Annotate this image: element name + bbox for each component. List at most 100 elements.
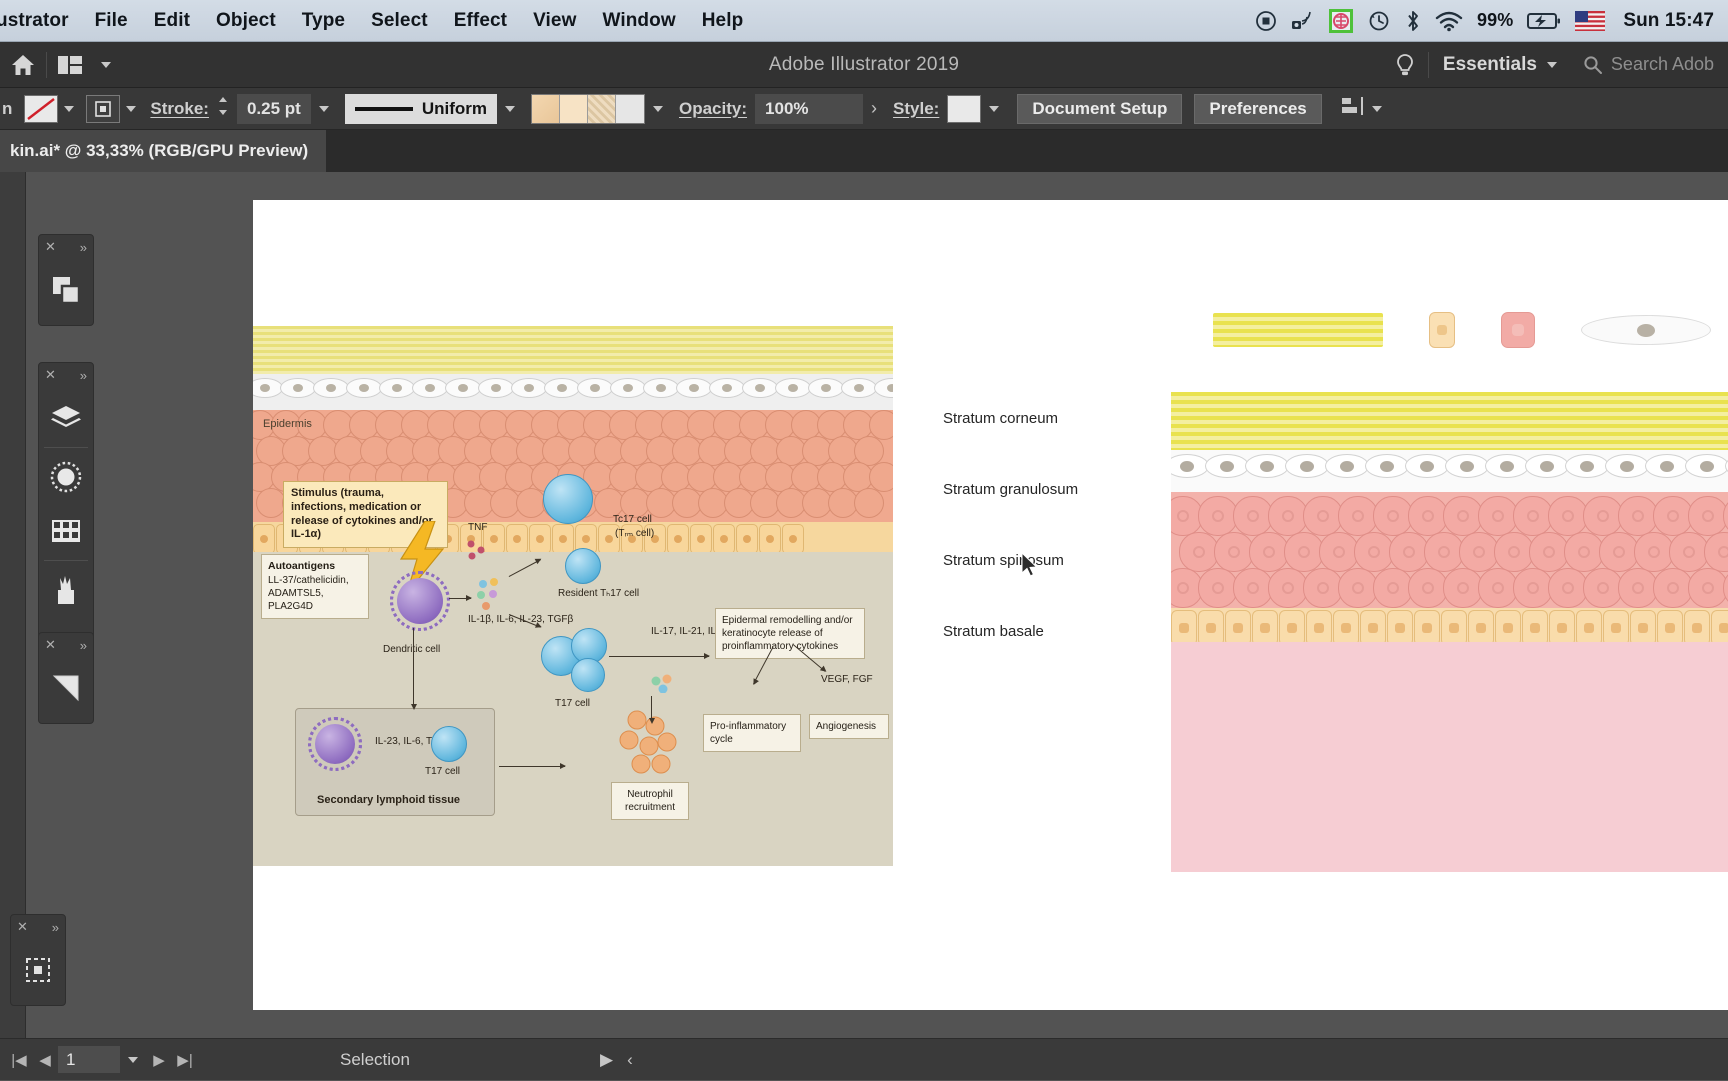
lightbulb-icon[interactable] <box>1382 42 1428 88</box>
color-wheel-icon[interactable] <box>38 450 94 504</box>
play-icon[interactable]: ▶ <box>600 1050 613 1070</box>
prev-artboard-icon[interactable]: ◀ <box>32 1039 58 1081</box>
menu-item-edit[interactable]: Edit <box>141 0 203 42</box>
granulosum-cell-swatch <box>1581 315 1711 345</box>
dendritic-cell-label: Dendritic cell <box>383 644 441 655</box>
autoantigens-box[interactable]: Autoantigens LL-37/cathelicidin, ADAMTSL… <box>261 554 369 619</box>
corneum-layer <box>1171 392 1728 454</box>
brush-definition-field[interactable] <box>531 93 645 124</box>
battery-percent: 99% <box>1477 10 1514 30</box>
opacity-more-icon[interactable]: › <box>871 98 877 119</box>
next-artboard-icon[interactable]: ▶ <box>146 1039 172 1081</box>
stroke-weight-field[interactable]: 0.25 pt <box>236 93 311 124</box>
preferences-button[interactable]: Preferences <box>1194 93 1322 124</box>
spinosum-cells-3 <box>1171 568 1728 608</box>
epidermis-layers-diagram[interactable]: Stratum corneum Stratum granulosum Strat… <box>943 300 1728 880</box>
gradient-icon[interactable] <box>38 661 94 715</box>
document-setup-button[interactable]: Document Setup <box>1017 93 1183 124</box>
document-tab[interactable]: kin.ai* @ 33,33% (RGB/GPU Preview) <box>0 130 327 172</box>
menu-item-file[interactable]: File <box>82 0 141 42</box>
style-swatch[interactable] <box>947 94 982 123</box>
double-chevron-icon[interactable]: » <box>80 240 87 255</box>
menu-item-effect[interactable]: Effect <box>441 0 520 42</box>
menu-item-window[interactable]: Window <box>589 0 688 42</box>
label-stratum-granulosum: Stratum granulosum <box>943 481 1079 498</box>
style-label: Style: <box>893 98 940 118</box>
layer-swatch-thumbnails <box>1213 312 1711 348</box>
neutrophil-box[interactable]: Neutrophil recruitment <box>611 782 689 820</box>
menu-item-select[interactable]: Select <box>358 0 441 42</box>
stroke-profile-caret-icon[interactable] <box>505 105 515 112</box>
search-input[interactable]: Search Adob <box>1571 42 1724 88</box>
granulosum-cell-row <box>253 378 893 398</box>
arrow-dc-to-cytokines <box>449 593 472 603</box>
arrange-documents-icon[interactable] <box>47 42 93 88</box>
brushes-icon[interactable] <box>38 563 94 617</box>
pathogenesis-diagram[interactable]: Epidermis Stimulus (trauma, infections, … <box>253 326 893 866</box>
wifi-icon[interactable] <box>1435 0 1463 42</box>
battery-charging-icon[interactable] <box>1527 0 1561 42</box>
double-chevron-icon[interactable]: » <box>80 368 87 383</box>
layers-icon[interactable] <box>38 391 94 445</box>
opacity-field[interactable]: 100% <box>755 93 864 124</box>
menu-item-view[interactable]: View <box>520 0 589 42</box>
close-icon[interactable]: ✕ <box>45 239 56 255</box>
stroke-weight-caret-icon[interactable] <box>318 105 329 112</box>
lymphoid-tissue-label: Secondary lymphoid tissue <box>317 794 461 806</box>
home-icon[interactable] <box>0 42 46 88</box>
angiogenesis-box[interactable]: Angiogenesis <box>809 714 889 739</box>
menu-item-object[interactable]: Object <box>203 0 289 42</box>
dock-header-4: ✕ » <box>11 915 65 939</box>
spinosum-cells-1 <box>1171 496 1728 536</box>
document-canvas[interactable]: Epidermis Stimulus (trauma, infections, … <box>253 200 1728 1010</box>
stroke-profile-field[interactable]: Uniform <box>344 93 497 124</box>
stroke-swatch[interactable] <box>86 94 121 123</box>
bluetooth-icon[interactable] <box>1405 0 1421 42</box>
artboard-caret-icon[interactable] <box>120 1039 146 1081</box>
screencast-icon[interactable] <box>1291 0 1315 42</box>
style-caret-icon[interactable] <box>989 105 1000 112</box>
app-green-icon[interactable] <box>1329 0 1353 42</box>
us-flag-icon[interactable] <box>1575 0 1606 42</box>
menu-item-type[interactable]: Type <box>289 0 358 42</box>
dermis-layer <box>1171 642 1728 872</box>
dendritic-cell-shape <box>390 571 450 631</box>
artboards-icon[interactable] <box>10 943 66 997</box>
double-chevron-icon[interactable]: » <box>52 920 59 935</box>
close-icon[interactable]: ✕ <box>45 367 56 383</box>
align-caret-icon[interactable] <box>1371 105 1382 112</box>
workspace-switcher[interactable]: Essentials <box>1429 42 1571 88</box>
fill-swatch[interactable] <box>24 94 59 123</box>
double-chevron-icon[interactable]: » <box>80 638 87 653</box>
align-icon[interactable] <box>1340 95 1366 122</box>
stroke-stepper-icon[interactable] <box>217 94 229 123</box>
menu-item-help[interactable]: Help <box>689 0 757 42</box>
close-icon[interactable]: ✕ <box>45 637 56 653</box>
tnf-label: TNF <box>468 522 488 533</box>
last-artboard-icon[interactable]: ▶| <box>172 1039 198 1081</box>
remodelling-box[interactable]: Epidermal remodelling and/or keratinocyt… <box>715 608 865 659</box>
chevron-left-icon[interactable]: ‹ <box>627 1050 633 1070</box>
arrange-caret-icon[interactable] <box>93 42 119 88</box>
time-machine-icon[interactable] <box>1367 0 1391 42</box>
granulosum-cells <box>1171 454 1728 478</box>
spinosum-cell-swatch <box>1501 312 1535 348</box>
brush-swatch-2 <box>560 94 588 123</box>
record-icon[interactable] <box>1255 0 1277 42</box>
proinflammatory-box[interactable]: Pro-inflammatory cycle <box>703 714 801 752</box>
workspace: ✕ » ✕ » ✕ » ✕ » Epidermis Stimulus (trau… <box>0 172 1728 1038</box>
swatches-icon[interactable] <box>38 504 94 558</box>
autoantigens-title: Autoantigens <box>268 560 336 572</box>
fill-caret-icon[interactable] <box>64 105 75 112</box>
artboard-number-field[interactable]: 1 <box>58 1046 120 1073</box>
stroke-caret-icon[interactable] <box>126 105 137 112</box>
status-bar: |◀ ◀ 1 ▶ ▶| Selection ▶ ‹ <box>0 1038 1728 1080</box>
pathfinder-icon[interactable] <box>38 263 94 317</box>
dock-header-3: ✕ » <box>39 633 93 657</box>
first-artboard-icon[interactable]: |◀ <box>6 1039 32 1081</box>
close-icon[interactable]: ✕ <box>17 919 28 935</box>
brush-caret-icon[interactable] <box>653 105 663 112</box>
menu-item-illustrator[interactable]: ustrator <box>0 0 82 42</box>
resident-th17-label: Resident Tₕ17 cell <box>558 588 640 599</box>
menubar-clock[interactable]: Sun 15:47 <box>1619 10 1722 32</box>
